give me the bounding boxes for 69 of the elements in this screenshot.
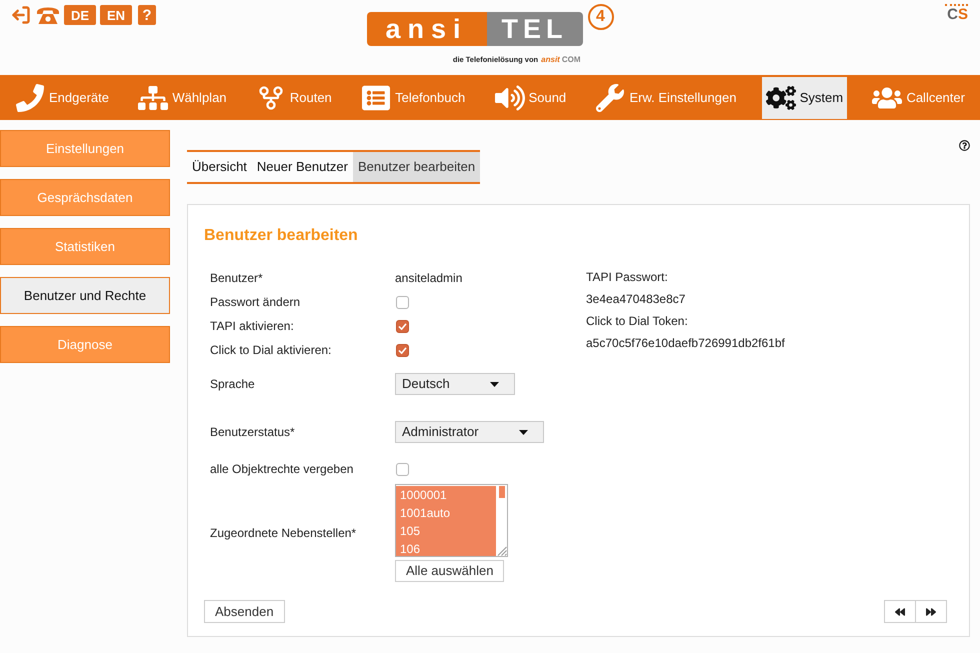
gears-icon xyxy=(766,84,796,112)
rewind-icon xyxy=(895,606,905,616)
next-button[interactable] xyxy=(915,600,947,623)
fast-forward-icon xyxy=(926,606,936,616)
list-icon xyxy=(361,84,392,112)
field-label: Click to Dial aktivieren: xyxy=(210,342,332,359)
checkmark-icon xyxy=(398,346,407,354)
list-option[interactable]: 1000001 xyxy=(396,486,496,504)
info-label: TAPI Passwort: xyxy=(586,269,669,286)
telephone-icon[interactable] xyxy=(36,5,60,25)
checkbox[interactable] xyxy=(396,296,409,308)
nav-item[interactable]: Telefonbuch xyxy=(357,76,470,118)
speaker-icon xyxy=(494,84,525,112)
nav-item[interactable]: Callcenter xyxy=(868,76,969,118)
resize-grip-icon[interactable] xyxy=(497,546,507,556)
sidebar-item[interactable]: Diagnose xyxy=(0,326,170,363)
corner-logo: CS xyxy=(945,4,968,22)
logout-icon[interactable] xyxy=(10,5,32,25)
field-label: Sprache xyxy=(210,376,256,393)
nav-item[interactable]: Endgeräte xyxy=(11,76,113,118)
info-label: Click to Dial Token: xyxy=(586,313,689,330)
nav-item[interactable]: System xyxy=(762,76,848,118)
field-label: Passwort ändern xyxy=(210,294,302,311)
help-icon[interactable] xyxy=(959,140,970,151)
nav-item[interactable]: Sound xyxy=(490,76,570,118)
nav-item[interactable]: Erw. Einstellungen xyxy=(591,76,740,118)
panel-title: Benutzer bearbeiten xyxy=(204,226,359,246)
nav-item[interactable]: Routen xyxy=(252,76,336,118)
brand-logo: ansit COM xyxy=(541,56,580,64)
sitemap-icon xyxy=(138,84,168,112)
submit-button[interactable]: Absenden xyxy=(204,600,285,623)
field-label: Benutzerstatus* xyxy=(210,424,296,441)
sidebar-item[interactable]: Benutzer und Rechte xyxy=(0,277,170,314)
list-option[interactable]: 1001auto xyxy=(396,504,496,522)
dropdown[interactable]: Deutsch xyxy=(395,373,515,395)
field-label: Zugeordnete Nebenstellen* xyxy=(210,525,358,542)
language-button[interactable]: EN xyxy=(100,5,132,25)
previous-button[interactable] xyxy=(884,600,916,623)
listbox[interactable]: 1000001 1001auto 105 106 xyxy=(395,484,508,557)
checkbox[interactable] xyxy=(396,344,409,356)
dropdown[interactable]: Administrator xyxy=(395,421,544,443)
phone-icon xyxy=(15,84,45,112)
field-label: Benutzer* xyxy=(210,270,264,287)
select-all-button[interactable]: Alle auswählen xyxy=(395,560,504,582)
checkmark-icon xyxy=(398,322,407,330)
tab[interactable]: Übersicht xyxy=(187,152,252,182)
info-value: a5c70c5f76e10daefb726991db2f61bf xyxy=(586,335,785,352)
list-option[interactable]: 106 xyxy=(396,540,496,556)
sidebar-item[interactable]: Statistiken xyxy=(0,228,170,265)
logo-word: ansi xyxy=(366,12,486,46)
field-label: TAPI aktivieren: xyxy=(210,318,295,335)
field-label: alle Objektrechte vergeben xyxy=(210,461,354,478)
checkbox[interactable] xyxy=(396,462,409,476)
logo-word: TEL xyxy=(486,12,582,46)
language-button[interactable]: DE xyxy=(64,5,96,25)
tab[interactable]: Benutzer bearbeiten xyxy=(352,152,480,182)
sidebar-item[interactable]: Gesprächsdaten xyxy=(0,179,170,216)
info-value: 3e4ea470483e8c7 xyxy=(586,291,686,308)
wrench-icon xyxy=(595,84,626,112)
caret-icon xyxy=(518,430,528,434)
field-value: ansiteladmin xyxy=(395,270,462,287)
help-button[interactable]: ? xyxy=(138,5,156,25)
sidebar-item[interactable]: Einstellungen xyxy=(0,130,170,167)
tab[interactable]: Neuer Benutzer xyxy=(252,152,353,182)
caret-icon xyxy=(490,382,499,386)
nav-item[interactable]: Wählplan xyxy=(134,76,231,118)
checkbox[interactable] xyxy=(396,320,409,332)
version-badge: 4 xyxy=(588,4,614,30)
list-option[interactable]: 105 xyxy=(396,522,496,540)
